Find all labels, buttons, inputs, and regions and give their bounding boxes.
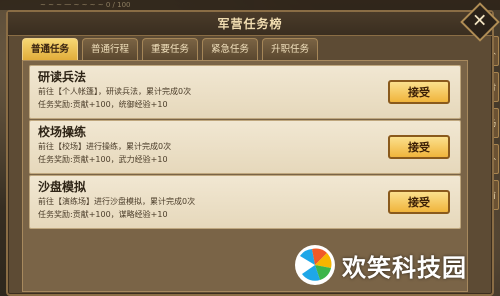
tab-normal-itinerary[interactable]: 普通行程 — [82, 38, 139, 60]
accept-button[interactable]: 接受 — [388, 135, 450, 159]
tab-normal-tasks[interactable]: 普通任务 — [22, 38, 79, 60]
quest-item: 沙盘模拟 前往【演练场】进行沙盘模拟，累计完成0次 任务奖励:贡献+100，谋略… — [29, 175, 461, 229]
quest-item: 校场操练 前往【校场】进行操练，累计完成0次 任务奖励:贡献+100，武力经验+… — [29, 120, 461, 174]
fan-logo-icon — [295, 245, 335, 285]
close-icon: ✕ — [472, 11, 488, 32]
watermark-text: 欢笑科技园 — [342, 253, 467, 282]
tab-important-tasks[interactable]: 重要任务 — [142, 38, 199, 60]
watermark: 欢笑科技园 — [294, 240, 494, 290]
tab-urgent-tasks[interactable]: 紧急任务 — [202, 38, 259, 60]
task-tabs: 普通任务 普通行程 重要任务 紧急任务 升职任务 — [22, 38, 319, 60]
quest-item: 研读兵法 前往【个人帐篷】，研读兵法，累计完成0次 任务奖励:贡献+100，统御… — [29, 65, 461, 119]
tab-promotion-tasks[interactable]: 升职任务 — [262, 38, 319, 60]
background-status-bar: ~ ~ ~ 一 ~ ~ ~ ~ 0 / 100 — [0, 0, 500, 10]
title-bar: 军营任务榜 — [8, 12, 492, 36]
accept-button[interactable]: 接受 — [388, 80, 450, 104]
accept-button[interactable]: 接受 — [388, 190, 450, 214]
panel-title: 军营任务榜 — [217, 17, 283, 31]
